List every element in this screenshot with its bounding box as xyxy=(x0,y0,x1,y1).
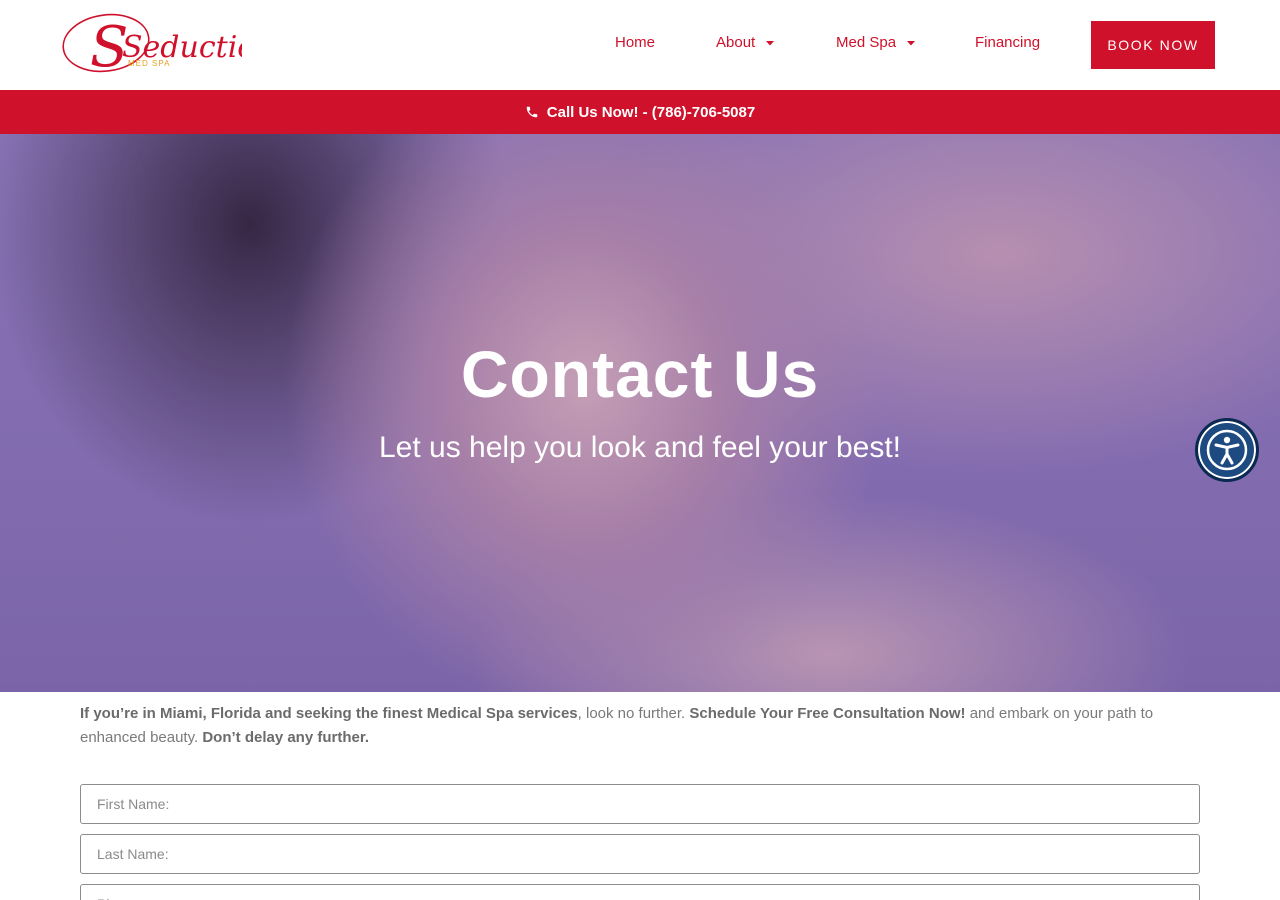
nav-financing[interactable]: Financing xyxy=(975,34,1040,51)
call-now-link[interactable]: Call Us Now! - (786)-706-5087 xyxy=(525,104,755,121)
phone-field[interactable] xyxy=(80,884,1200,900)
last-name-field[interactable] xyxy=(80,834,1200,874)
hero-subtitle: Let us help you look and feel your best! xyxy=(378,431,901,464)
nav-home-label: Home xyxy=(615,34,656,51)
call-now-text: Call Us Now! - (786)-706-5087 xyxy=(546,103,756,121)
nav-about-label: About xyxy=(716,34,756,51)
hero-overlay xyxy=(0,134,1280,692)
nav-med-spa-label: Med Spa xyxy=(836,34,897,51)
call-bar: Call Us Now! - (786)-706-5087 xyxy=(0,90,1280,134)
phone-icon xyxy=(526,106,538,118)
chevron-down-icon xyxy=(766,40,775,45)
chevron-down-icon xyxy=(907,40,916,45)
book-now-button[interactable]: BOOK NOW xyxy=(1091,21,1215,69)
logo-graphic: S Seduction MED SPA xyxy=(62,13,242,78)
site-header: S Seduction MED SPA Home About Med Spa F… xyxy=(0,0,1280,90)
intro-text-strong-2: Schedule Your Free Consultation Now! xyxy=(689,705,966,722)
accessibility-button[interactable] xyxy=(1195,418,1259,482)
logo-subtext: MED SPA xyxy=(128,59,170,68)
page-title: Contact Us xyxy=(460,337,820,411)
intro-text-strong-3: Don’t delay any further. xyxy=(202,729,370,746)
intro-text-strong-1: If you’re in Miami, Florida and seeking … xyxy=(80,705,578,722)
intro-paragraph: If you’re in Miami, Florida and seeking … xyxy=(80,702,1200,750)
nav-med-spa[interactable]: Med Spa xyxy=(836,34,916,51)
intro-text-1: , look no further. xyxy=(577,705,690,722)
nav-about[interactable]: About xyxy=(716,34,775,51)
hero-banner: Contact Us Let us help you look and feel… xyxy=(0,134,1280,692)
first-name-field[interactable] xyxy=(80,784,1200,824)
accessibility-icon xyxy=(1206,429,1248,471)
site-logo[interactable]: S Seduction MED SPA xyxy=(62,12,242,78)
nav-home[interactable]: Home xyxy=(615,34,655,51)
nav-financing-label: Financing xyxy=(975,34,1041,51)
